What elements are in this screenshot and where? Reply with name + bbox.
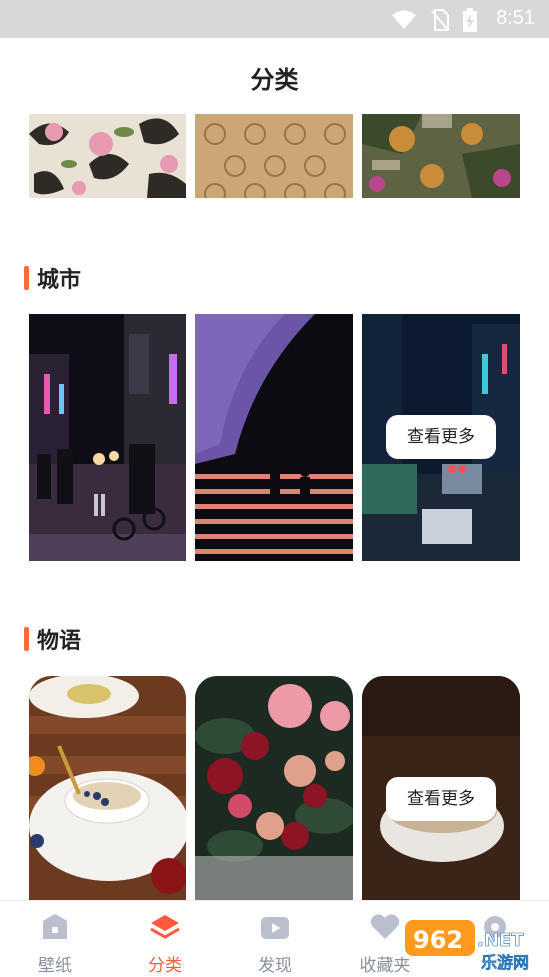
wifi-icon xyxy=(392,10,416,29)
heart-icon xyxy=(370,914,400,939)
status-bar: 8:51 xyxy=(0,0,549,38)
title-bar: 分类 xyxy=(0,38,549,114)
section-title: 物语 xyxy=(37,629,82,654)
svg-text:.NET: .NET xyxy=(477,930,524,951)
see-more-button[interactable]: 查看更多 xyxy=(386,415,496,459)
wallpaper-thumb-tan-monogram[interactable] xyxy=(195,114,353,198)
see-more-button[interactable]: 查看更多 xyxy=(386,777,496,821)
tab-category[interactable]: 分类 xyxy=(110,901,220,977)
section-accent-bar xyxy=(24,266,29,290)
wallpaper-thumb-city-night-blue[interactable]: 查看更多 xyxy=(362,314,520,561)
status-icons xyxy=(391,8,477,32)
video-icon xyxy=(261,917,289,939)
wallpaper-thumb-breakfast[interactable] xyxy=(29,676,186,900)
section-header-story: 物语 xyxy=(24,623,81,655)
tab-label: 发现 xyxy=(258,956,292,976)
tab-wallpaper[interactable]: 壁纸 xyxy=(0,901,110,977)
section-header-city: 城市 xyxy=(24,262,81,294)
site-watermark-logo: 962 .NET 乐游网 xyxy=(403,918,543,972)
layers-icon xyxy=(150,915,180,939)
tab-label: 壁纸 xyxy=(38,956,72,976)
no-sim-icon xyxy=(431,9,449,31)
svg-text:962: 962 xyxy=(413,926,463,954)
tab-label: 分类 xyxy=(148,956,182,976)
battery-charging-icon xyxy=(463,8,477,32)
wallpaper-thumb-city-stairs[interactable] xyxy=(195,314,353,561)
status-time: 8:51 xyxy=(496,7,535,29)
section-title: 城市 xyxy=(37,268,82,293)
wallpaper-thumb-green-floral[interactable] xyxy=(362,114,520,198)
wallpaper-thumb-bowl[interactable]: 查看更多 xyxy=(362,676,520,900)
tab-discover[interactable]: 发现 xyxy=(220,901,330,977)
wallpaper-thumb-city-street[interactable] xyxy=(29,314,186,561)
wallpaper-thumb-floral-monogram[interactable] xyxy=(29,114,186,198)
wallpaper-thumb-flowers[interactable] xyxy=(195,676,353,900)
page-title: 分类 xyxy=(250,66,299,94)
svg-text:乐游网: 乐游网 xyxy=(481,953,529,972)
home-icon xyxy=(43,914,67,939)
section-accent-bar xyxy=(24,627,29,651)
